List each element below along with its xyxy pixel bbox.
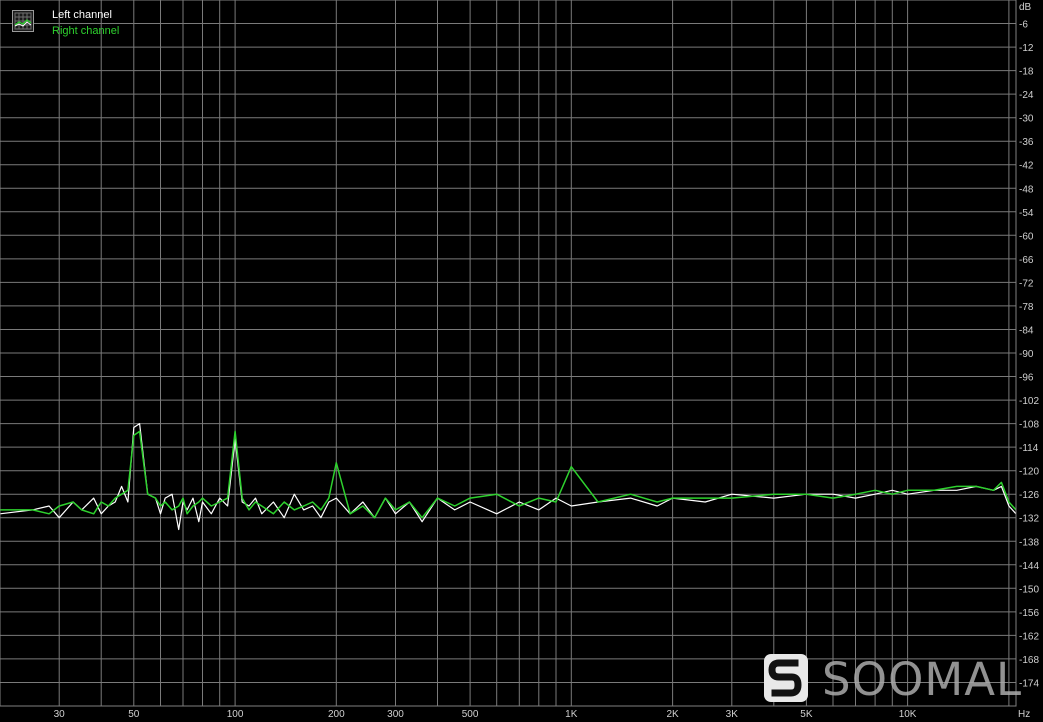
y-tick-label: -126: [1019, 490, 1039, 501]
y-tick-label: -54: [1019, 208, 1034, 219]
y-tick-label: -162: [1019, 631, 1039, 642]
y-tick-label: -18: [1019, 67, 1034, 78]
y-tick-label: -84: [1019, 326, 1034, 337]
y-tick-label: -156: [1019, 608, 1039, 619]
y-tick-label: -108: [1019, 420, 1039, 431]
y-tick-label: -96: [1019, 373, 1034, 384]
y-tick-label: -48: [1019, 184, 1034, 195]
soomal-logo-icon: [764, 654, 808, 702]
x-tick-label: 500: [462, 709, 479, 720]
y-tick-label: -102: [1019, 396, 1039, 407]
y-tick-label: -144: [1019, 561, 1039, 572]
x-tick-label: 100: [227, 709, 244, 720]
y-tick-label: -6: [1019, 20, 1028, 31]
y-tick-label: -36: [1019, 137, 1034, 148]
x-tick-label: 2K: [666, 709, 679, 720]
y-tick-label: -138: [1019, 537, 1039, 548]
y-tick-label: -114: [1019, 443, 1039, 454]
x-tick-label: 10K: [899, 709, 917, 720]
y-tick-label: -150: [1019, 584, 1039, 595]
x-axis-unit-label: Hz: [1018, 709, 1030, 720]
y-tick-label: -120: [1019, 467, 1039, 478]
x-tick-label: 5K: [800, 709, 813, 720]
x-tick-label: 50: [128, 709, 140, 720]
x-tick-label: 30: [54, 709, 66, 720]
y-axis-unit-label: dB: [1019, 2, 1032, 13]
y-tick-label: -30: [1019, 114, 1034, 125]
legend-left-channel: Left channel: [52, 9, 112, 21]
y-tick-label: -12: [1019, 43, 1034, 54]
x-tick-label: 3K: [726, 709, 739, 720]
soomal-watermark: SOOMAL: [760, 652, 1023, 706]
legend-swatch-icon: [12, 10, 34, 32]
y-tick-label: -132: [1019, 514, 1039, 525]
legend-right-channel: Right channel: [52, 25, 120, 37]
x-tick-label: 1K: [565, 709, 578, 720]
y-tick-label: -72: [1019, 278, 1034, 289]
y-tick-label: -42: [1019, 161, 1034, 172]
plot-background: [0, 0, 1043, 722]
x-tick-label: 300: [387, 709, 404, 720]
y-tick-label: -24: [1019, 90, 1034, 101]
spectrum-chart: -6 -12 -18 -24 -30 -36 -42 -48 -54 -60 -66 -72 -78 -8…: [0, 0, 1043, 722]
x-tick-label: 200: [328, 709, 345, 720]
y-tick-label: -90: [1019, 349, 1034, 360]
y-tick-label: -60: [1019, 231, 1034, 242]
y-tick-label: -66: [1019, 255, 1034, 266]
watermark-text: SOOMAL: [822, 653, 1023, 706]
y-tick-label: -78: [1019, 302, 1034, 313]
